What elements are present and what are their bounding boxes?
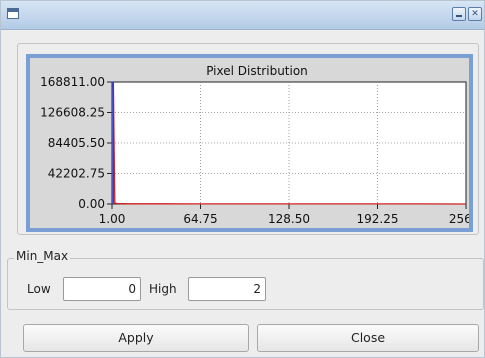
y-tick-label: 168811.00 (40, 75, 105, 89)
x-tick-label: 64.75 (183, 212, 217, 226)
x-tick-label: 128.50 (268, 212, 310, 226)
pixel-distribution-chart: Pixel Distribution 1.00 64.75 128.50 192.25… (40, 64, 469, 226)
y-tick-label: 0.00 (78, 197, 105, 211)
title-bar: ✕ (1, 1, 484, 30)
low-label: Low (27, 282, 51, 296)
chart-title: Pixel Distribution (206, 64, 308, 78)
minimize-icon[interactable] (452, 7, 466, 21)
y-tick-label: 84405.50 (48, 136, 105, 150)
x-tick-label: 192.25 (357, 212, 399, 226)
y-tick-label: 126608.25 (40, 106, 105, 120)
close-icon[interactable]: ✕ (468, 7, 482, 21)
x-tick-label: 1.00 (99, 212, 126, 226)
y-tick-label: 42202.75 (48, 167, 105, 181)
low-input[interactable]: 0 (63, 277, 141, 301)
high-input[interactable]: 2 (188, 277, 266, 301)
apply-button[interactable]: Apply (23, 324, 249, 352)
min-max-group-label: Min_Max (14, 249, 71, 263)
chart-frame: Pixel Distribution 1.00 64.75 128.50 192.25… (26, 54, 473, 232)
high-label: High (149, 282, 177, 296)
x-tick-label: 256.0 (449, 212, 469, 226)
window-icon (7, 8, 19, 19)
close-button[interactable]: Close (257, 324, 479, 352)
histogram-dialog: ✕ Pixel Distribution 1.00 64.75 128.50 192.… (0, 0, 485, 358)
